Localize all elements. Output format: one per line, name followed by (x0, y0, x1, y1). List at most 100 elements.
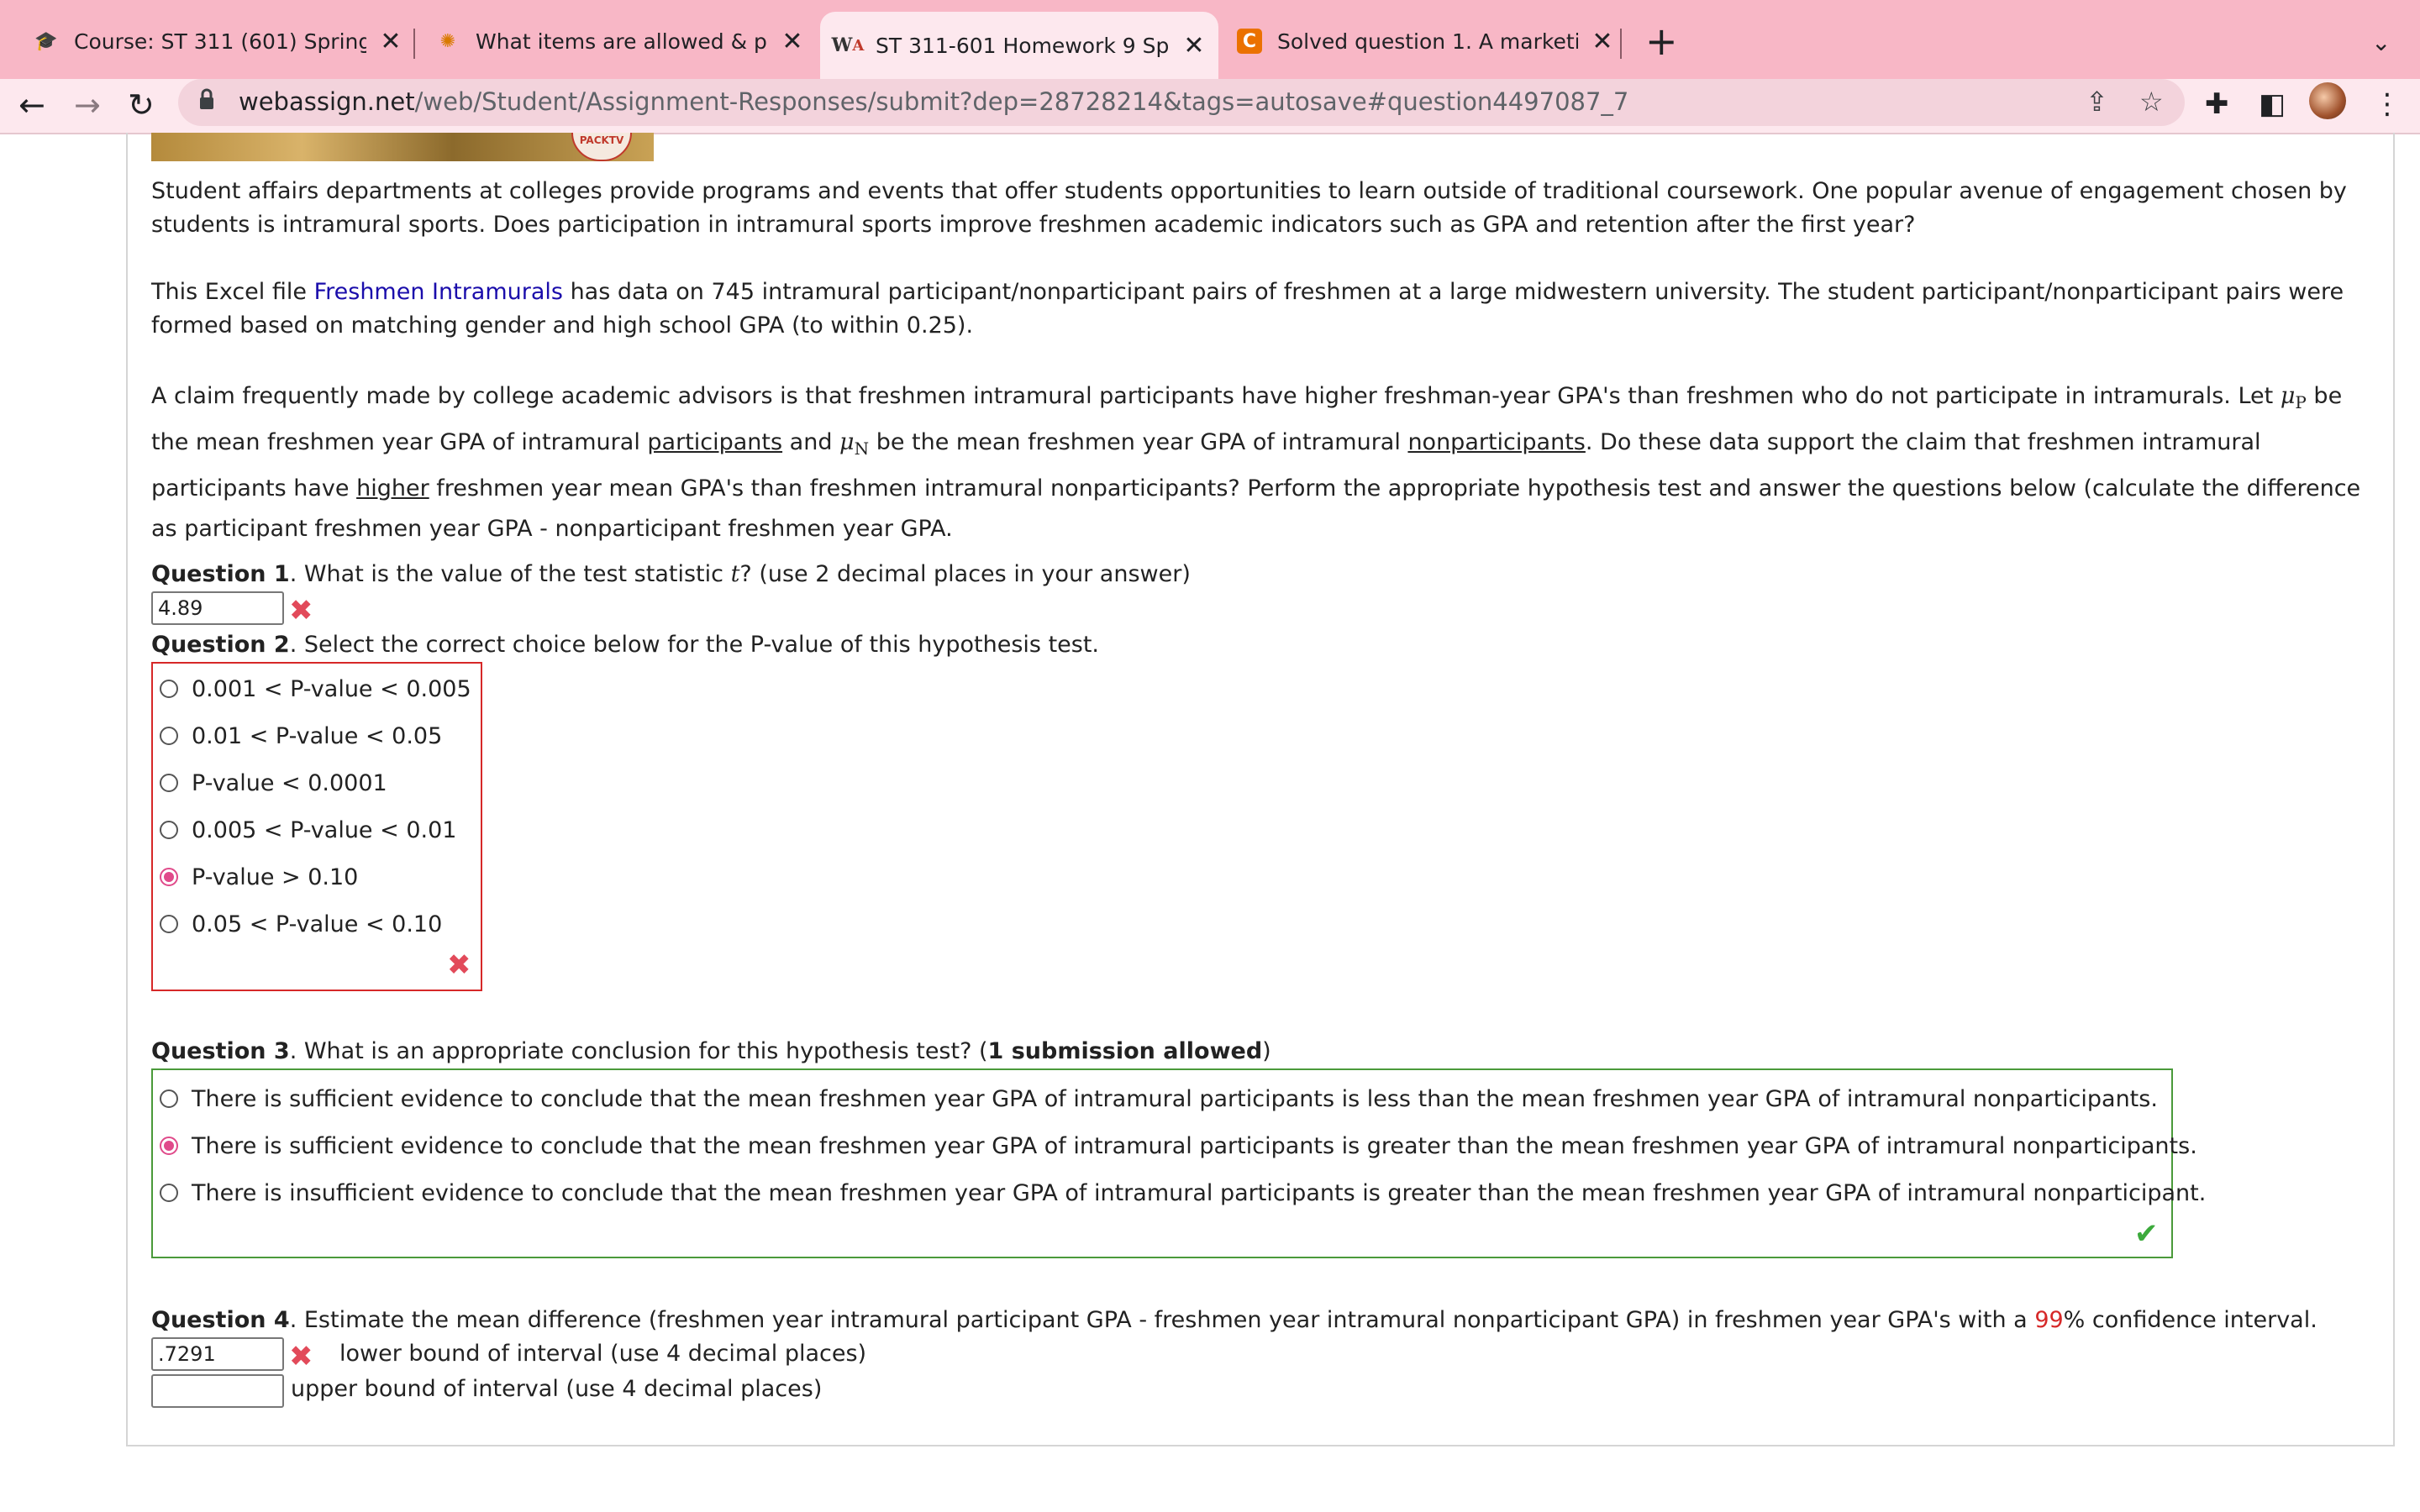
test-statistic-input[interactable] (151, 591, 284, 625)
tab-allowed-items[interactable]: ✺ What items are allowed & prohibited ✕ (435, 15, 805, 67)
text: % confidence interval. (2063, 1307, 2317, 1333)
higher-term: higher (356, 475, 429, 501)
chevron-down-icon[interactable]: ⌄ (2371, 29, 2391, 56)
text: be the mean freshmen year GPA of intramu… (869, 429, 1408, 455)
freshmen-intramurals-link[interactable]: Freshmen Intramurals (314, 279, 563, 305)
upper-bound-label: upper bound of interval (use 4 decimal p… (291, 1376, 823, 1402)
lower-bound-label: lower bound of interval (use 4 decimal p… (339, 1341, 867, 1367)
subscript-p: P (2295, 392, 2307, 412)
option-label: P-value < 0.0001 (192, 769, 387, 796)
option-label: 0.005 < P-value < 0.01 (192, 816, 457, 843)
radio-button[interactable] (160, 680, 178, 698)
close-icon[interactable]: ✕ (1181, 31, 1207, 60)
subscript-n: N (854, 438, 870, 459)
pvalue-option[interactable]: P-value < 0.0001 (160, 766, 387, 800)
pvalue-option[interactable]: 0.001 < P-value < 0.005 (160, 672, 471, 706)
radio-button-selected[interactable] (160, 868, 178, 886)
option-label: There is sufficient evidence to conclude… (192, 1132, 2197, 1159)
pvalue-option-selected[interactable]: P-value > 0.10 (160, 860, 358, 894)
back-arrow-icon[interactable]: ← (18, 84, 45, 126)
mu: μ (2280, 383, 2296, 409)
correct-icon: ✔ (2134, 1217, 2159, 1251)
question-label: Question 1 (151, 561, 290, 587)
forward-arrow-icon[interactable]: → (74, 84, 101, 126)
close-icon[interactable]: ✕ (378, 27, 403, 56)
intro-paragraph-2: This Excel file Freshmen Intramurals has… (151, 276, 2370, 343)
mu-symbol: μP (2280, 383, 2307, 412)
url-host: webassign.net (239, 87, 415, 116)
tab-separator (1620, 29, 1622, 59)
conclusion-option[interactable]: There is sufficient evidence to conclude… (160, 1082, 2158, 1116)
avatar[interactable] (2309, 82, 2346, 119)
radio-button[interactable] (160, 821, 178, 839)
pvalue-option[interactable]: 0.01 < P-value < 0.05 (160, 719, 442, 753)
incorrect-icon: ✖ (447, 948, 471, 982)
question-label: Question 4 (151, 1307, 290, 1333)
url-text: webassign.net/web/Student/Assignment-Res… (239, 87, 1628, 116)
reload-icon[interactable]: ↻ (128, 84, 155, 126)
question-4-prompt: Question 4. Estimate the mean difference… (151, 1304, 2370, 1337)
option-label: P-value > 0.10 (192, 864, 359, 890)
lock-icon (200, 88, 213, 109)
option-label: 0.01 < P-value < 0.05 (192, 722, 443, 749)
question-banner-image: PACKTV (151, 133, 654, 161)
chegg-icon: C (1237, 29, 1262, 54)
text: . Estimate the mean difference (freshmen… (289, 1307, 2035, 1333)
text: . What is an appropriate conclusion for … (289, 1038, 988, 1064)
menu-dots-icon[interactable]: ⋮ (2373, 87, 2402, 121)
radio-button[interactable] (160, 915, 178, 933)
webassign-icon: WA (831, 34, 865, 56)
lower-bound-input[interactable] (151, 1337, 284, 1371)
banner-badge: PACKTV (571, 133, 632, 161)
mu: μ (839, 429, 855, 455)
conclusion-option-selected[interactable]: There is sufficient evidence to conclude… (160, 1129, 2197, 1163)
close-icon[interactable]: ✕ (1590, 27, 1615, 56)
radio-button[interactable] (160, 727, 178, 745)
option-label: 0.05 < P-value < 0.10 (192, 911, 443, 937)
pvalue-option[interactable]: 0.005 < P-value < 0.01 (160, 813, 456, 847)
share-icon[interactable]: ⇪ (2086, 86, 2108, 118)
question-label: Question 2 (151, 632, 290, 658)
text: . What is the value of the test statisti… (289, 561, 731, 587)
intro-paragraph-3: A claim frequently made by college acade… (151, 376, 2370, 549)
browser-toolbar: ← → ↻ webassign.net/web/Student/Assignme… (0, 79, 2420, 134)
text: A claim frequently made by college acade… (151, 383, 2281, 409)
new-tab-button[interactable]: + (1645, 20, 1678, 62)
text: freshmen year mean GPA's than freshmen i… (151, 475, 2361, 542)
pvalue-choices: 0.001 < P-value < 0.005 0.01 < P-value <… (151, 662, 482, 991)
mu-symbol: μN (839, 429, 869, 459)
nonparticipants-term: nonparticipants (1407, 429, 1586, 455)
tab-course[interactable]: 🎓 Course: ST 311 (601) Spring 2023 ✕ (34, 15, 403, 67)
side-panel-icon[interactable]: ◧ (2259, 87, 2286, 121)
radio-button[interactable] (160, 774, 178, 792)
radio-button[interactable] (160, 1089, 178, 1108)
question-3-prompt: Question 3. What is an appropriate concl… (151, 1035, 2370, 1068)
incorrect-icon: ✖ (289, 594, 313, 627)
text: ? (use 2 decimal places in your answer) (739, 561, 1191, 587)
address-bar[interactable]: webassign.net/web/Student/Assignment-Res… (178, 79, 2185, 126)
star-icon[interactable]: ☆ (2139, 86, 2164, 118)
participants-term: participants (647, 429, 783, 455)
pvalue-option[interactable]: 0.05 < P-value < 0.10 (160, 907, 442, 941)
conclusion-option[interactable]: There is insufficient evidence to conclu… (160, 1176, 2206, 1210)
option-label: There is insufficient evidence to conclu… (192, 1179, 2207, 1206)
tab-separator (413, 29, 415, 59)
url-path: /web/Student/Assignment-Responses/submit… (414, 87, 1629, 116)
question-1-prompt: Question 1. What is the value of the tes… (151, 558, 2370, 591)
upper-bound-input[interactable] (151, 1374, 284, 1408)
tab-title: Solved question 1. A marketing (1277, 29, 1578, 54)
conclusion-choices: There is sufficient evidence to conclude… (151, 1068, 2206, 1258)
question-2-prompt: Question 2. Select the correct choice be… (151, 628, 2370, 662)
question-label: Question 3 (151, 1038, 290, 1064)
radio-button[interactable] (160, 1184, 178, 1202)
tab-chegg[interactable]: C Solved question 1. A marketing ✕ (1237, 15, 1615, 67)
tab-webassign[interactable]: WA ST 311-601 Homework 9 Spring 2023 ✕ (820, 12, 1218, 79)
tab-title: What items are allowed & prohibited (476, 29, 768, 54)
close-icon[interactable]: ✕ (780, 27, 805, 56)
option-label: 0.001 < P-value < 0.005 (192, 675, 471, 702)
puzzle-icon[interactable]: ✚ (2205, 87, 2229, 121)
submission-note: 1 submission allowed (987, 1038, 1263, 1064)
option-label: There is sufficient evidence to conclude… (192, 1085, 2158, 1112)
tab-title: ST 311-601 Homework 9 Spring 2023 (876, 33, 1170, 58)
radio-button-selected[interactable] (160, 1137, 178, 1155)
